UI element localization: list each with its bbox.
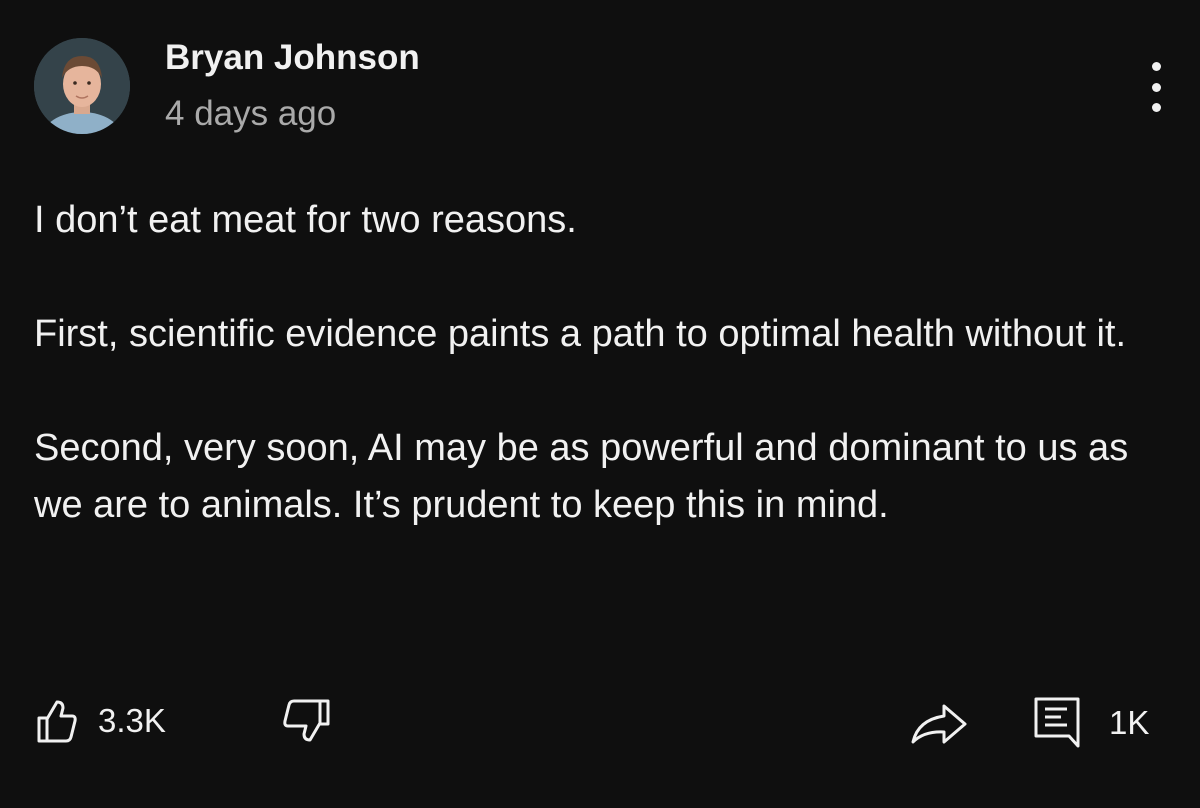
thumbs-down-icon [281,698,331,744]
thumbs-up-icon [36,698,78,744]
more-vertical-icon[interactable] [1136,62,1176,112]
post-paragraph: First, scientific evidence paints a path… [34,313,1126,355]
post-paragraph: I don’t eat meat for two reasons. [34,199,577,241]
post-body: I don’t eat meat for two reasons. First,… [34,192,1174,534]
like-button[interactable]: 3.3K [36,698,166,744]
dislike-button[interactable] [281,698,331,744]
avatar[interactable] [34,38,130,134]
comment-count: 1K [1109,704,1150,741]
comment-button[interactable]: 1K [1033,696,1149,750]
comment-icon [1033,696,1083,750]
community-post: Bryan Johnson 4 days ago I don’t eat mea… [0,0,1200,808]
author-name[interactable]: Bryan Johnson [165,38,420,78]
share-icon [910,704,968,744]
post-timestamp: 4 days ago [165,94,337,133]
post-paragraph: Second, very soon, AI may be as powerful… [34,427,1129,526]
action-bar: 3.3K 1K [0,690,1200,754]
share-button[interactable] [910,704,968,744]
like-count: 3.3K [98,702,166,739]
avatar-image [34,38,130,134]
